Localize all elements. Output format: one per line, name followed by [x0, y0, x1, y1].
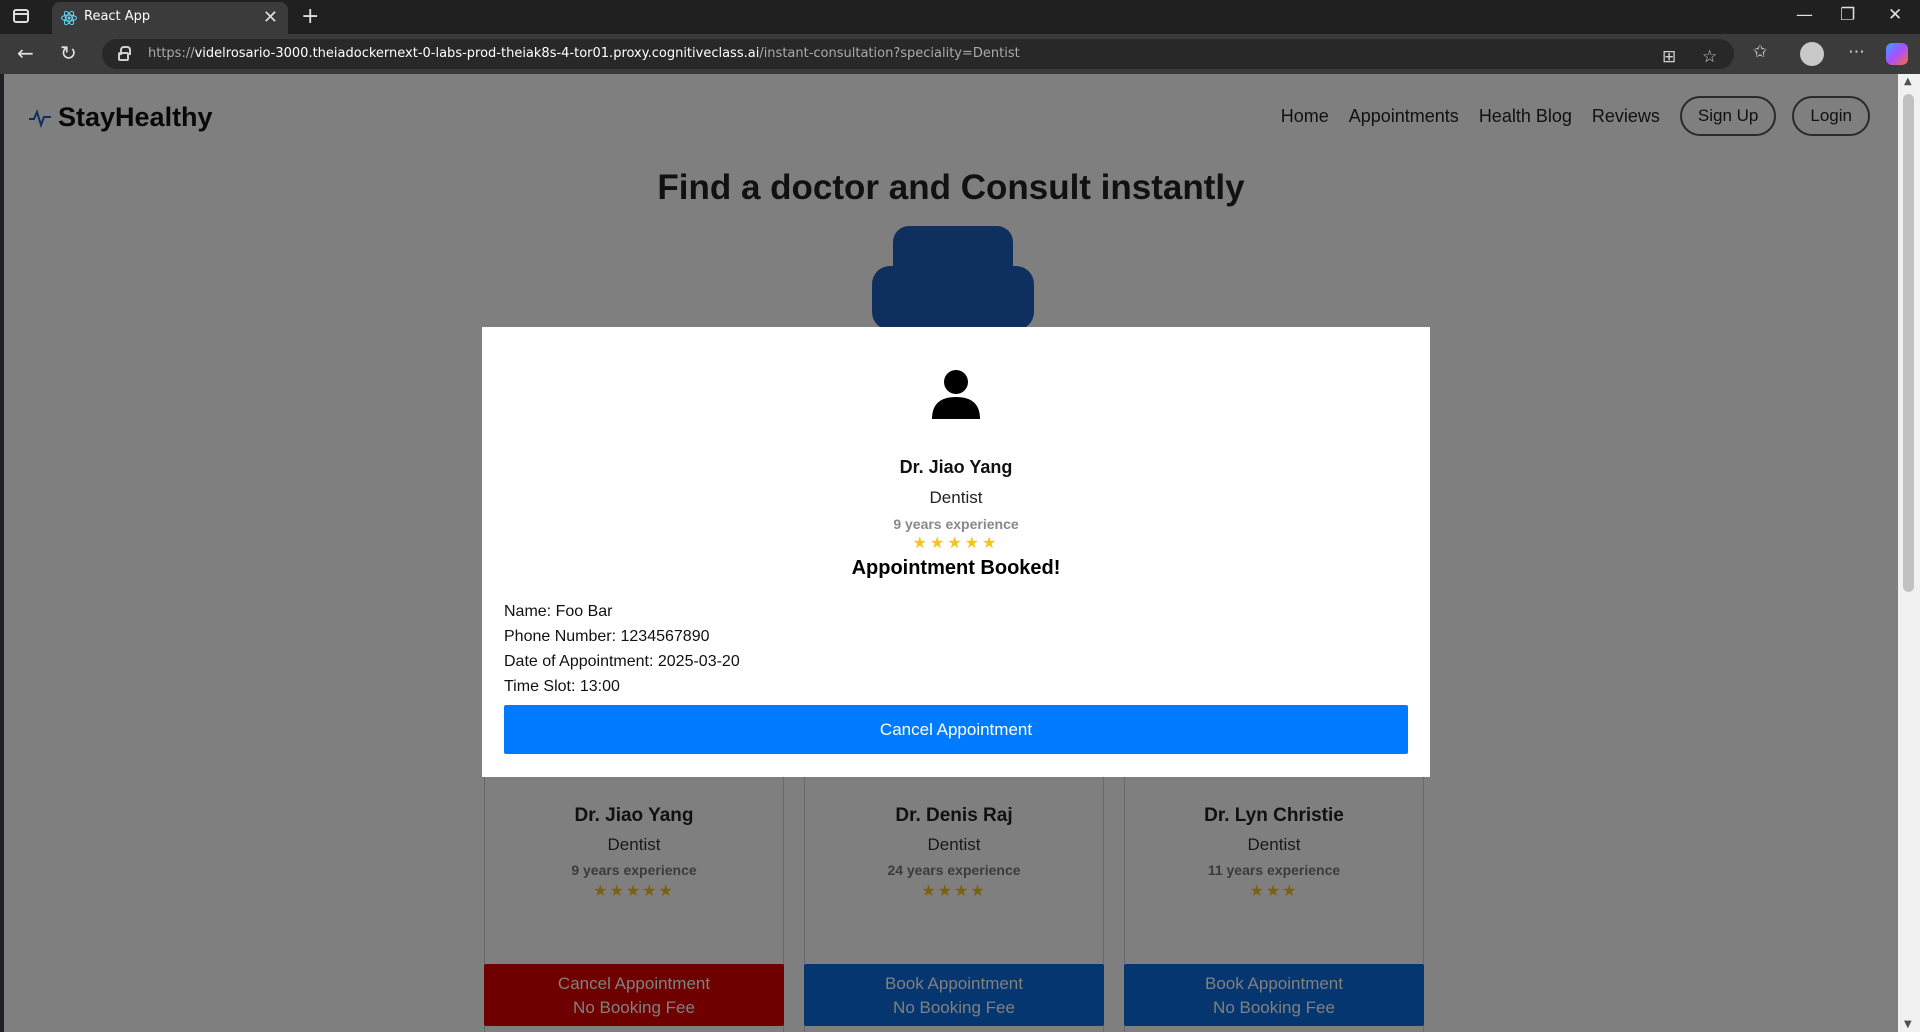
appointment-details: Name: Foo Bar Phone Number: 1234567890 D… [504, 599, 740, 699]
url-text: https://videlrosario-3000.theiadockernex… [148, 46, 1020, 61]
scroll-down-icon[interactable]: ▼ [1904, 1019, 1912, 1030]
workspaces-icon[interactable] [13, 9, 29, 23]
reload-icon[interactable]: ↻ [60, 41, 77, 65]
modal-cancel-appointment-button[interactable]: Cancel Appointment [504, 705, 1408, 754]
minimize-icon[interactable]: — [1796, 5, 1813, 25]
restore-icon[interactable]: ❐ [1840, 5, 1855, 25]
modal-doctor-speciality: Dentist [929, 488, 983, 507]
modal-doctor-experience: 9 years experience [893, 516, 1019, 532]
browser-toolbar: ← ↻ https://videlrosario-3000.theiadocke… [0, 34, 1920, 74]
page-viewport: StayHealthy Home Appointments Health Blo… [4, 74, 1898, 1032]
modal-doctor-name: Dr. Jiao Yang [899, 457, 1013, 477]
page-scrollbar[interactable]: ▲ ▼ [1898, 74, 1920, 1032]
appointment-modal: Dr. Jiao Yang Dentist 9 years experience… [482, 327, 1430, 777]
appointment-time-slot: Time Slot: 13:00 [504, 678, 620, 695]
user-icon [932, 370, 980, 419]
scrollbar-thumb[interactable] [1903, 94, 1914, 592]
patient-phone: Phone Number: 1234567890 [504, 628, 710, 645]
app-available-icon[interactable]: ⊞ [1662, 47, 1676, 67]
favorite-star-icon[interactable]: ☆ [1702, 47, 1717, 67]
scroll-up-icon[interactable]: ▲ [1904, 76, 1912, 87]
appointment-date: Date of Appointment: 2025-03-20 [504, 653, 740, 670]
close-tab-icon[interactable]: ✕ [263, 7, 278, 28]
new-tab-icon[interactable]: + [301, 4, 319, 29]
tab-title: React App [84, 9, 151, 24]
more-options-icon[interactable]: ⋯ [1848, 42, 1865, 62]
back-icon[interactable]: ← [17, 41, 34, 65]
react-icon [61, 10, 77, 26]
close-window-icon[interactable]: ✕ [1888, 5, 1902, 25]
profile-avatar-icon[interactable] [1800, 42, 1824, 66]
booking-status: Appointment Booked! [851, 557, 1061, 579]
lock-icon [118, 46, 131, 61]
address-bar[interactable]: https://videlrosario-3000.theiadockernex… [102, 39, 1734, 69]
browser-tabstrip: React App ✕ + — ❐ ✕ [0, 0, 1920, 34]
favorites-icon[interactable]: ✩ [1753, 42, 1767, 62]
patient-name: Name: Foo Bar [504, 603, 613, 620]
browser-tab[interactable]: React App ✕ [52, 2, 288, 34]
copilot-icon[interactable] [1886, 43, 1908, 65]
rating-stars-icon: ★★★★★ [912, 533, 1000, 552]
